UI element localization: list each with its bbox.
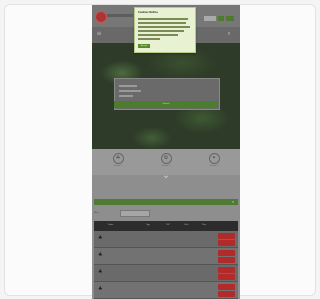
feature-item[interactable]: ✦ Feature 3 [204,153,224,167]
header-button-signup[interactable] [226,16,234,21]
row-action-button[interactable] [218,284,235,290]
header-button-cart[interactable] [218,16,224,21]
feature-icon: ✦ [208,153,220,164]
header-button-login[interactable] [204,16,216,21]
row-action-button[interactable] [218,274,235,280]
mobile-page: ≡ ⌕ Search Cookies Notice Accept ☘ Featu… [92,5,240,299]
popup-text-line [138,18,188,20]
plant-icon: ♣ [98,269,103,275]
plant-icon: ♣ [98,235,103,241]
row-action-button[interactable] [218,267,235,273]
table-row[interactable]: ♣ [94,282,238,299]
filter-label: Filter: [94,212,100,214]
table-row[interactable]: ♣ [94,265,238,282]
table-row[interactable]: ♣ [94,231,238,248]
row-action-button[interactable] [218,257,235,263]
search-input[interactable]: ⌕ [94,199,238,205]
form-field-label [119,85,137,87]
feature-item[interactable]: ☘ Feature 1 [108,153,128,167]
popup-text-line [138,26,190,28]
search-icon: ⌕ [232,199,235,204]
row-action-button[interactable] [218,240,235,246]
feature-icon: ✿ [160,153,172,164]
brand-logo[interactable] [95,11,107,23]
hero-banner: Search [92,43,240,149]
feature-label: Feature 2 [161,165,171,167]
feature-item[interactable]: ✿ Feature 2 [156,153,176,167]
column-header: THC [166,224,170,226]
popup-text-line [138,30,184,32]
column-header: Time [202,224,207,226]
hero-form-button[interactable]: Search [114,101,218,108]
row-action-button[interactable] [218,233,235,239]
popup-title: Cookies Notice [138,11,158,14]
form-field-label [119,90,141,92]
popup-text-line [138,38,160,40]
popup-text-line [138,22,186,24]
feature-label: Feature 3 [209,165,219,167]
plant-icon: ♣ [98,286,103,292]
filter-select[interactable] [120,210,150,217]
menu-icon[interactable]: ≡ [96,31,102,37]
column-header: Strain [108,224,114,226]
row-action-button[interactable] [218,291,235,297]
chevron-down-icon[interactable]: ⌄ [158,171,174,181]
popup-text-line [138,34,178,36]
table-row[interactable]: ♣ [94,248,238,265]
column-header: Yield [184,224,189,226]
grow-section: ⌕ Filter: Strain Type THC Yield Time ♣ ♣… [92,175,240,299]
feature-icon: ☘ [112,153,124,164]
feature-label: Feature 1 [113,165,123,167]
form-field-label [119,95,133,97]
brand-wordmark [107,14,133,17]
popup-accept-button[interactable]: Accept [138,44,150,48]
search-icon[interactable]: ⌕ [226,31,232,37]
table-header: Strain Type THC Yield Time [94,221,238,231]
cookie-popup: Cookies Notice Accept [134,7,196,53]
column-header: Type [146,224,151,226]
row-action-button[interactable] [218,250,235,256]
plant-icon: ♣ [98,252,103,258]
